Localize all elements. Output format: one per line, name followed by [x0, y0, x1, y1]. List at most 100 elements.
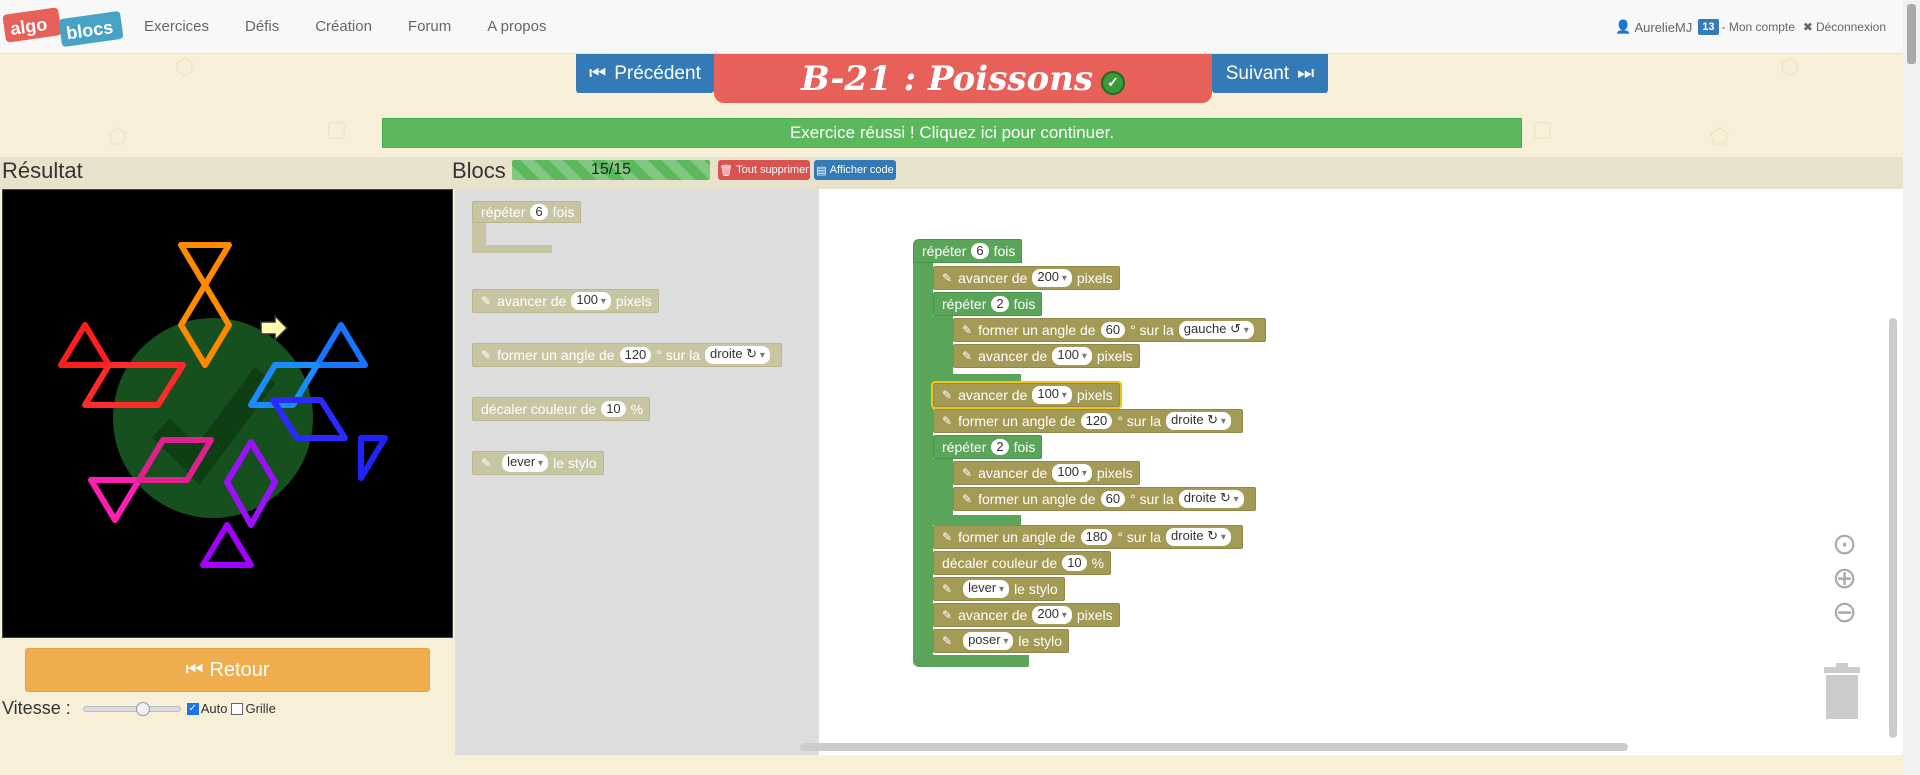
turn-2-direction[interactable]: gauche ↺	[1178, 321, 1254, 339]
forward-block-1[interactable]: ✎ avancer de 200 pixels	[933, 266, 1120, 290]
workspace-horizontal-scrollbar[interactable]	[800, 743, 1628, 751]
user-link[interactable]: 👤 AurelieMJ	[1615, 19, 1692, 35]
logout-link[interactable]: ✖ Déconnexion	[1803, 20, 1886, 34]
pencil-icon: ✎	[962, 492, 973, 506]
toolbox-turn-direction[interactable]: droite ↻	[705, 346, 770, 364]
block-workspace[interactable]: répéter 6 fois ✎ avancer de 200 pixels r…	[819, 189, 1903, 755]
repeat-b-block[interactable]: répéter 2 fois	[933, 435, 1043, 459]
forward-block-3[interactable]: ✎ avancer de 100 pixels	[953, 344, 1140, 368]
toolbox-turn-value[interactable]: 120	[619, 347, 652, 363]
turn-8-pre: former un angle de	[958, 529, 1076, 545]
pencil-icon: ✎	[942, 388, 953, 402]
forward-block-6[interactable]: ✎ avancer de 100 pixels	[953, 461, 1140, 485]
color-9-value[interactable]: 10	[1062, 555, 1087, 571]
turn-7-value[interactable]: 60	[1100, 491, 1126, 507]
turn-block-7[interactable]: ✎ former un angle de 60 ° sur la droite …	[953, 487, 1256, 511]
repeat-a-count[interactable]: 2	[991, 296, 1009, 312]
window-scrollbar-thumb[interactable]	[1907, 4, 1916, 64]
toolbox-color-value[interactable]: 10	[601, 401, 626, 417]
zoom-in-icon[interactable]: ⊕	[1832, 564, 1857, 594]
zoom-out-icon[interactable]: ⊖	[1832, 598, 1857, 628]
toolbox-forward-block[interactable]: ✎ avancer de 100 pixels	[472, 289, 659, 313]
deco-square: ▢	[326, 116, 347, 141]
forward-block-4-selected[interactable]: ✎ avancer de 100 pixels	[931, 381, 1122, 409]
turn-7-mid: ° sur la	[1130, 491, 1174, 507]
back-label: Retour	[209, 658, 270, 681]
previous-button[interactable]: ⏮ Précédent	[576, 54, 714, 93]
repeat-b-count[interactable]: 2	[991, 439, 1009, 455]
turn-5-mid: ° sur la	[1117, 413, 1162, 429]
toolbox-pen-block[interactable]: ✎ lever le stylo	[472, 451, 604, 475]
speed-slider-knob[interactable]	[135, 701, 150, 716]
workspace-vertical-scrollbar[interactable]	[1889, 318, 1897, 738]
pencil-icon: ✎	[942, 414, 953, 428]
pencil-icon: ✎	[962, 323, 973, 337]
account-link[interactable]: - Mon compte	[1722, 20, 1795, 34]
nav-forum[interactable]: Forum	[390, 0, 469, 54]
repeat-outer-count[interactable]: 6	[971, 243, 989, 259]
window-scrollbar[interactable]	[1903, 0, 1920, 775]
nav-user-area: 👤 AurelieMJ 13 - Mon compte ✖ Déconnexio…	[1615, 0, 1886, 54]
turn-block-5[interactable]: ✎ former un angle de 120 ° sur la droite…	[933, 409, 1243, 433]
toolbox-forward-value[interactable]: 100	[571, 292, 611, 310]
turn-2-value[interactable]: 60	[1100, 322, 1126, 338]
turn-5-value[interactable]: 120	[1080, 413, 1113, 429]
panel-header-strip	[0, 157, 1903, 189]
turn-8-direction[interactable]: droite ↻	[1166, 528, 1231, 546]
pencil-icon: ✎	[942, 582, 953, 596]
repeat-a-body	[933, 316, 953, 376]
next-button[interactable]: Suivant ⏭	[1212, 54, 1328, 93]
turn-7-direction[interactable]: droite ↻	[1178, 490, 1244, 508]
next-label: Suivant	[1225, 62, 1290, 84]
pen-block-10[interactable]: ✎ lever le stylo	[933, 577, 1065, 601]
target-icon[interactable]: ⊙	[1832, 530, 1857, 560]
forward-4-value[interactable]: 100	[1032, 386, 1072, 404]
toolbox-repeat-count[interactable]: 6	[530, 204, 548, 220]
toolbox-color-post: %	[630, 401, 644, 417]
forward-3-value[interactable]: 100	[1052, 347, 1092, 365]
toolbox-forward-post: pixels	[615, 293, 652, 309]
previous-label: Précédent	[614, 62, 701, 84]
speed-controls: Vitesse : ✓ Auto Grille	[2, 698, 276, 719]
forward-11-value[interactable]: 200	[1032, 606, 1072, 624]
success-banner[interactable]: Exercice réussi ! Cliquez ici pour conti…	[382, 118, 1522, 148]
toolbox-repeat-block[interactable]: répéter 6 fois	[472, 201, 582, 223]
turn-block-8[interactable]: ✎ former un angle de 180 ° sur la droite…	[933, 525, 1243, 549]
toolbox-color-block[interactable]: décaler couleur de 10 %	[472, 397, 651, 421]
turn-5-direction[interactable]: droite ↻	[1166, 412, 1231, 430]
pen-block-12[interactable]: ✎ poser le stylo	[933, 629, 1069, 653]
turn-8-value[interactable]: 180	[1080, 529, 1113, 545]
pencil-icon: ✎	[962, 466, 973, 480]
grid-checkbox[interactable]	[231, 702, 244, 715]
nav-apropos[interactable]: A propos	[469, 0, 564, 54]
pen-12-value[interactable]: poser	[963, 632, 1014, 650]
nav-defis[interactable]: Défis	[227, 0, 297, 54]
toolbox-turn-block[interactable]: ✎ former un angle de 120 ° sur la droite…	[472, 343, 782, 367]
repeat-outer-body	[913, 263, 933, 659]
forward-block-11[interactable]: ✎ avancer de 200 pixels	[933, 603, 1120, 627]
nav-exercices[interactable]: Exercices	[126, 0, 227, 54]
color-9-pre: décaler couleur de	[942, 555, 1058, 571]
turn-block-2[interactable]: ✎ former un angle de 60 ° sur la gauche …	[953, 318, 1266, 342]
delete-all-button[interactable]: 🗑 Tout supprimer	[718, 160, 810, 180]
pencil-icon: ✎	[942, 608, 953, 622]
toolbox-repeat-pre: répéter	[481, 204, 526, 220]
repeat-a-block[interactable]: répéter 2 fois	[933, 292, 1043, 316]
forward-6-value[interactable]: 100	[1052, 464, 1092, 482]
pen-10-value[interactable]: lever	[963, 580, 1010, 598]
trash-can-icon[interactable]	[1820, 663, 1864, 721]
nav-creation[interactable]: Création	[297, 0, 390, 54]
toolbox-pen-value[interactable]: lever	[502, 454, 549, 472]
speed-slider[interactable]	[82, 701, 181, 716]
show-code-button[interactable]: ▤ Afficher code	[814, 160, 896, 180]
auto-checkbox[interactable]: ✓	[186, 702, 199, 715]
algobocs-logo[interactable]: algo blocs	[2, 5, 124, 49]
username: AurelieMJ	[1634, 19, 1693, 35]
repeat-outer-block[interactable]: répéter 6 fois	[913, 239, 1023, 263]
color-block-9[interactable]: décaler couleur de 10 %	[933, 551, 1112, 575]
forward-4-pre: avancer de	[958, 387, 1028, 403]
fish-indigo-tail	[358, 435, 388, 481]
forward-1-value[interactable]: 200	[1032, 269, 1072, 287]
back-button[interactable]: ⏮ Retour	[25, 648, 430, 692]
turn-5-pre: former un angle de	[958, 413, 1076, 429]
